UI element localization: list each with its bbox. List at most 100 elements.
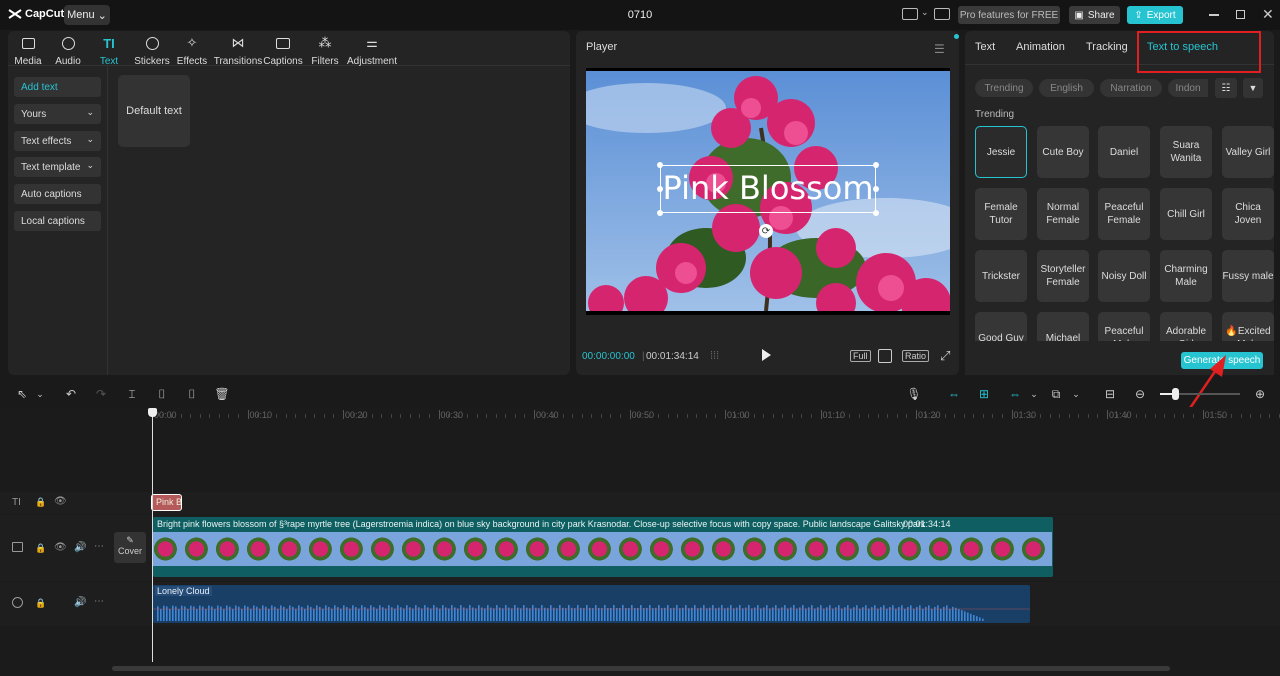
voice-card[interactable]: Normal Female <box>1037 188 1089 240</box>
voice-card[interactable]: Peaceful Male <box>1098 312 1150 341</box>
overlay-text[interactable]: Pink Blossom <box>658 169 878 207</box>
grid-icon[interactable]: ⁞⁞⁞ <box>710 350 719 362</box>
close-icon[interactable]: ✕ <box>1262 6 1274 23</box>
playhead[interactable] <box>152 412 153 662</box>
tab-adjustment[interactable]: ⚌ Adjustment <box>347 35 397 67</box>
sidebar-item-add-text[interactable]: Add text <box>14 77 101 97</box>
sidebar-item-local-captions[interactable]: Local captions <box>14 211 101 231</box>
play-icon[interactable] <box>762 349 771 361</box>
eye-icon[interactable]: 👁 <box>54 496 67 507</box>
volume-icon[interactable]: 🔊 <box>74 542 86 553</box>
ruler-label: 00:10 <box>249 410 273 420</box>
snap-icon[interactable]: ⇔ <box>1007 386 1023 402</box>
audio-clip[interactable]: Lonely Cloud <box>153 585 1030 623</box>
eye-icon[interactable]: 👁 <box>54 542 67 553</box>
undo-icon[interactable]: ↶ <box>63 386 79 402</box>
select-tool-icon[interactable]: ⇖ <box>14 386 30 402</box>
voice-card[interactable]: Noisy Doll <box>1098 250 1150 302</box>
filmstrip-frame <box>773 532 804 566</box>
caption-icon[interactable]: ⊟ <box>1102 386 1118 402</box>
voice-card[interactable]: Suara Wanita <box>1160 126 1212 178</box>
audio-clip-title: Lonely Cloud <box>155 586 212 596</box>
chevron-down-icon[interactable]: ⌄ <box>921 7 929 18</box>
zoom-in-icon[interactable]: ⊕ <box>1252 386 1268 402</box>
horizontal-scrollbar[interactable] <box>112 666 1170 671</box>
lock-icon[interactable]: 🔒 <box>35 598 46 609</box>
fullscreen-icon[interactable]: ⤢ <box>940 348 950 364</box>
zoom-slider-handle[interactable] <box>1172 388 1179 400</box>
voice-card[interactable]: Chill Girl <box>1160 188 1212 240</box>
voice-card[interactable]: Good Guy <box>975 312 1027 341</box>
voice-card[interactable]: Valley Girl <box>1222 126 1274 178</box>
keyboard-icon[interactable] <box>934 8 950 20</box>
tab-captions[interactable]: Captions <box>263 35 303 67</box>
redo-icon[interactable]: ↷ <box>93 386 109 402</box>
voice-card[interactable]: Fussy male <box>1222 250 1274 302</box>
chevron-down-icon[interactable]: ⌄ <box>1026 386 1042 402</box>
time-ruler[interactable]: 00:00 00:10 00:20 00:30 00:40 00:50 01:00 01:10… <box>0 407 1280 421</box>
notification-dot <box>954 34 959 39</box>
tab-transitions[interactable]: ⋈ Transitions <box>214 35 263 67</box>
layout-icon[interactable] <box>902 8 918 20</box>
voice-card[interactable]: Jessie <box>975 126 1027 178</box>
volume-icon[interactable]: 🔊 <box>74 597 86 608</box>
voice-card[interactable]: 🔥Excited Male <box>1222 312 1274 341</box>
tab-stickers[interactable]: Stickers <box>134 35 170 67</box>
microphone-icon[interactable]: 🎙 <box>906 386 922 402</box>
filmstrip-frame <box>742 532 773 566</box>
voice-card[interactable]: Daniel <box>1098 126 1150 178</box>
video-preview[interactable]: Pink Blossom ⟳ <box>566 68 976 328</box>
tab-media[interactable]: Media <box>13 35 43 67</box>
delete-icon[interactable]: 🗑 <box>214 386 230 402</box>
split-icon[interactable]: ⌶ <box>124 386 140 402</box>
magnet-icon[interactable]: ⊞ <box>976 386 992 402</box>
chevron-down-icon[interactable]: ⌄ <box>32 386 48 402</box>
voice-card[interactable]: Peaceful Female <box>1098 188 1150 240</box>
voice-card[interactable]: Trickster <box>975 250 1027 302</box>
sidebar-item-text-effects[interactable]: Text effects ⌄ <box>14 131 101 151</box>
more-icon[interactable]: ⋯ <box>94 541 104 552</box>
playhead-handle[interactable] <box>148 408 157 417</box>
cover-button[interactable]: ✎ Cover <box>114 532 146 563</box>
tab-text[interactable]: TI Text <box>98 35 120 68</box>
tab-filters[interactable]: ⁂ Filters <box>310 35 340 67</box>
text-clip[interactable]: Pink B <box>151 494 182 511</box>
lock-icon[interactable]: 🔒 <box>35 497 46 508</box>
full-button[interactable]: Full <box>850 350 871 362</box>
minimize-icon[interactable] <box>1209 14 1219 16</box>
split-right-icon[interactable]: ⌷ <box>184 386 200 402</box>
split-left-icon[interactable]: ⌷ <box>154 386 170 402</box>
lock-icon[interactable]: 🔒 <box>35 543 46 554</box>
preview-axis-icon[interactable]: ⧉ <box>1048 386 1064 402</box>
sidebar-item-auto-captions[interactable]: Auto captions <box>14 184 101 204</box>
zoom-out-icon[interactable]: ⊖ <box>1132 386 1148 402</box>
voice-card[interactable]: Michael <box>1037 312 1089 341</box>
chevron-down-icon[interactable]: ⌄ <box>1068 386 1084 402</box>
voice-card[interactable]: Chica Joven <box>1222 188 1274 240</box>
pro-features-button[interactable]: Pro features for FREE <box>958 6 1060 24</box>
voice-card[interactable]: Adorable Girl <box>1160 312 1212 341</box>
voice-card[interactable]: Charming Male <box>1160 250 1212 302</box>
sidebar-item-yours[interactable]: Yours ⌄ <box>14 104 101 124</box>
link-icon[interactable]: ⇔ <box>946 386 962 402</box>
restore-icon[interactable] <box>1236 10 1245 19</box>
ratio-button[interactable]: Ratio <box>902 350 930 362</box>
default-text-card[interactable]: Default text <box>118 75 190 147</box>
share-button[interactable]: ▣ Share <box>1069 6 1120 24</box>
voice-card[interactable]: Female Tutor <box>975 188 1027 240</box>
more-icon[interactable]: ⋯ <box>94 596 104 607</box>
sticker-icon <box>144 35 160 51</box>
video-clip[interactable]: Bright pink flowers blossom of §³rape my… <box>153 517 1053 577</box>
export-button[interactable]: ⇪ Export <box>1127 6 1183 24</box>
filmstrip-frame <box>680 532 711 566</box>
voice-card[interactable]: Storyteller Female <box>1037 250 1089 302</box>
sidebar-item-text-template[interactable]: Text template ⌄ <box>14 157 101 177</box>
tab-effects[interactable]: ✧ Effects <box>176 35 208 67</box>
crop-icon[interactable] <box>878 349 892 363</box>
ruler-label: 01:20 <box>918 410 941 420</box>
voice-card[interactable]: Cute Boy <box>1037 126 1089 178</box>
rotate-icon[interactable]: ⟳ <box>759 224 773 238</box>
player-menu-icon[interactable]: ☰ <box>934 42 945 56</box>
tab-audio[interactable]: Audio <box>54 35 82 67</box>
ruler-label: 01:40 <box>1109 410 1132 420</box>
